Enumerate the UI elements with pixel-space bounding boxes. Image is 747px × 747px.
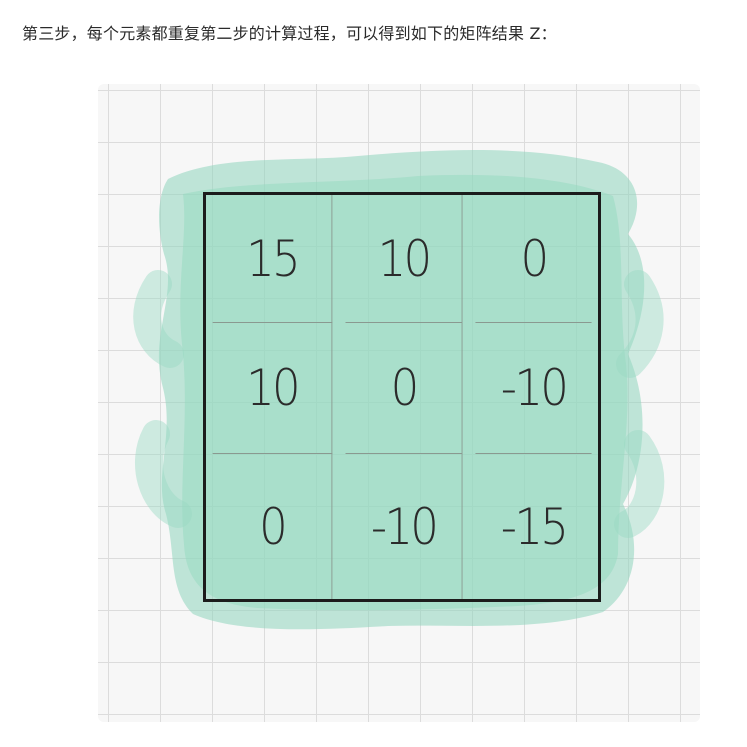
- matrix-illustration: 15 10 0 10 0 -10 0 -10 -15: [98, 84, 700, 722]
- matrix-cell: -10: [475, 323, 592, 454]
- matrix-cell: 0: [475, 195, 592, 323]
- step-caption: 第三步，每个元素都重复第二步的计算过程，可以得到如下的矩阵结果 Z：: [22, 24, 557, 43]
- matrix-cell: -10: [346, 454, 463, 599]
- result-matrix-z: 15 10 0 10 0 -10 0 -10 -15: [203, 192, 601, 602]
- matrix-cell: 0: [345, 323, 463, 454]
- matrix-cell: 10: [345, 195, 463, 323]
- matrix-cell: 15: [212, 195, 333, 323]
- matrix-cell: 0: [213, 454, 333, 599]
- matrix-cell: 10: [212, 323, 333, 454]
- matrix-cell: -15: [500, 497, 569, 556]
